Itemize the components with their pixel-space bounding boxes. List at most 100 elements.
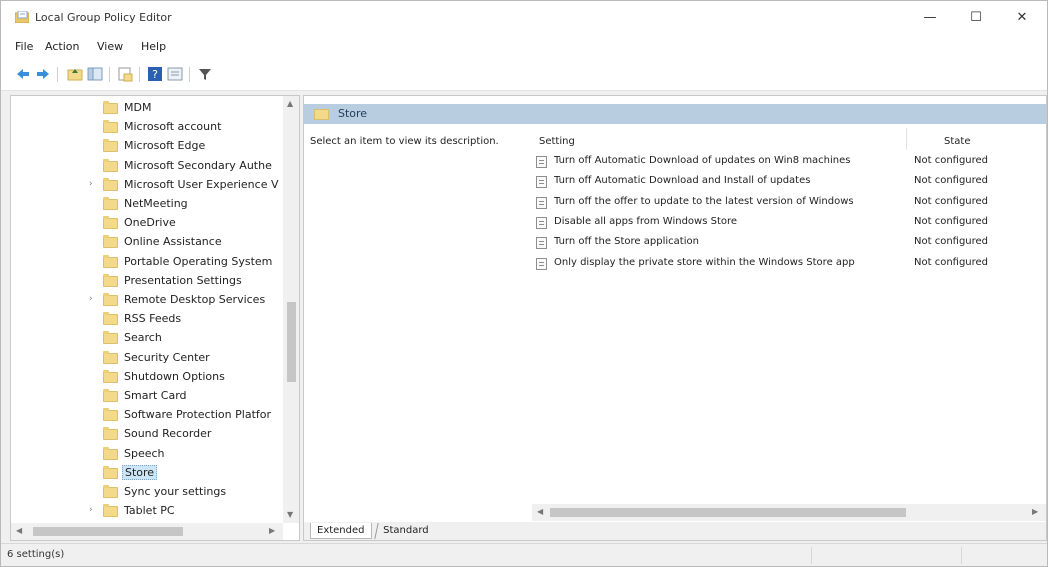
tree-scroll-thumb[interactable] xyxy=(287,302,296,382)
show-hide-tree-icon[interactable] xyxy=(87,66,103,82)
menu-bar: File Action View Help xyxy=(1,35,1047,57)
tree-vertical-scrollbar[interactable]: ▲ ▼ xyxy=(283,96,299,523)
scroll-left-icon[interactable]: ◀ xyxy=(16,526,22,535)
expand-chevron-icon[interactable]: › xyxy=(89,294,93,304)
setting-row[interactable]: Turn off Automatic Download and Install … xyxy=(536,172,1046,192)
category-header: Store xyxy=(304,104,1046,124)
expand-chevron-icon[interactable]: › xyxy=(89,505,93,515)
export-list-icon[interactable] xyxy=(117,66,133,82)
tree-item-label: OneDrive xyxy=(124,216,176,230)
app-window: Local Group Policy Editor — ☐ ✕ File Act… xyxy=(0,0,1048,567)
scroll-left-icon[interactable]: ◀ xyxy=(537,507,543,516)
setting-state: Not configured xyxy=(914,215,989,227)
tab-standard[interactable]: Standard xyxy=(374,523,437,539)
tree-item[interactable]: Portable Operating System xyxy=(11,253,283,272)
policy-setting-icon xyxy=(536,156,547,168)
settings-horizontal-scrollbar[interactable]: ◀ ▶ xyxy=(532,504,1046,521)
help-icon[interactable]: ? xyxy=(147,66,163,82)
folder-icon xyxy=(103,273,118,287)
menu-help[interactable]: Help xyxy=(141,40,166,53)
tree-item[interactable]: Sound Recorder xyxy=(11,425,283,444)
folder-icon xyxy=(103,235,118,249)
folder-icon xyxy=(103,369,118,383)
tree-item-label: Security Center xyxy=(124,350,210,364)
tree-item-label: Sync your settings xyxy=(124,485,227,498)
policy-setting-icon xyxy=(536,216,547,229)
tab-standard-label: Standard xyxy=(383,525,429,536)
scroll-right-icon[interactable]: ▶ xyxy=(269,526,275,535)
menu-file[interactable]: File xyxy=(15,40,33,53)
up-folder-icon[interactable] xyxy=(67,66,83,82)
setting-row[interactable]: Turn off the Store application Not config… xyxy=(536,233,1046,253)
tree-item[interactable]: Sync your settings xyxy=(11,483,283,502)
tree-item[interactable]: RSS Feeds xyxy=(11,310,283,329)
tab-extended[interactable]: Extended xyxy=(310,523,372,539)
tree-item[interactable]: Microsoft Secondary Authe xyxy=(11,157,283,176)
tree-item[interactable]: OneDrive xyxy=(11,214,283,233)
setting-row[interactable]: Only display the private store within th… xyxy=(536,254,1046,274)
folder-icon xyxy=(314,109,329,120)
toolbar-separator xyxy=(57,67,58,82)
setting-name: Turn off the offer to update to the late… xyxy=(554,195,854,207)
folder-icon xyxy=(103,504,118,518)
tree-item[interactable]: Security Center xyxy=(11,349,283,368)
tree-item-label: Remote Desktop Services xyxy=(124,293,266,306)
tree-item-label: Presentation Settings xyxy=(124,273,242,287)
forward-arrow-icon[interactable] xyxy=(35,66,51,82)
tree-item[interactable]: Smart Card xyxy=(11,387,283,406)
title-bar: Local Group Policy Editor — ☐ ✕ xyxy=(1,1,1047,35)
tree-item-label: Microsoft Secondary Authe xyxy=(124,158,272,172)
tree-item[interactable]: Shutdown Options xyxy=(11,368,283,387)
expand-chevron-icon[interactable]: › xyxy=(89,179,93,189)
column-header-state[interactable]: State xyxy=(944,136,970,147)
tree-item[interactable]: Store xyxy=(11,464,283,483)
properties-icon[interactable] xyxy=(167,66,183,82)
menu-view[interactable]: View xyxy=(97,40,123,53)
scroll-down-icon[interactable]: ▼ xyxy=(287,510,293,519)
setting-row[interactable]: Turn off Automatic Download of updates o… xyxy=(536,152,1046,172)
tree-item[interactable]: Microsoft Edge xyxy=(11,137,283,156)
policy-editor-app-icon xyxy=(15,11,29,23)
back-arrow-icon[interactable] xyxy=(15,66,31,82)
column-header-setting[interactable]: Setting xyxy=(539,136,575,147)
folder-icon xyxy=(103,312,118,326)
scroll-up-icon[interactable]: ▲ xyxy=(287,99,293,108)
menu-action[interactable]: Action xyxy=(45,40,79,53)
minimize-button[interactable]: — xyxy=(907,1,953,33)
folder-icon xyxy=(103,427,118,441)
maximize-button[interactable]: ☐ xyxy=(953,1,999,33)
maximize-icon: ☐ xyxy=(970,9,982,25)
tree-item[interactable]: Software Protection Platfor xyxy=(11,406,283,425)
tree-item-label: MDM xyxy=(124,101,152,114)
tree-horizontal-scrollbar[interactable]: ◀ ▶ xyxy=(11,523,283,540)
tree-item[interactable]: Online Assistance xyxy=(11,233,283,252)
policy-setting-icon xyxy=(536,196,547,209)
tree-item[interactable]: NetMeeting xyxy=(11,195,283,214)
scroll-right-icon[interactable]: ▶ xyxy=(1032,507,1038,516)
tree-item[interactable]: › Tablet PC xyxy=(11,502,283,521)
folder-icon xyxy=(103,408,118,422)
tree-item[interactable]: Microsoft account xyxy=(11,118,283,137)
tree-item[interactable]: › Microsoft User Experience V xyxy=(11,176,283,195)
folder-icon xyxy=(103,158,118,172)
tree-hscroll-thumb[interactable] xyxy=(33,527,183,536)
folder-icon xyxy=(103,216,118,230)
tree-item[interactable]: Presentation Settings xyxy=(11,272,283,291)
setting-row[interactable]: Disable all apps from Windows Store Not c… xyxy=(536,213,1046,233)
policy-setting-icon xyxy=(536,257,547,270)
tree-item-label: Microsoft Edge xyxy=(124,139,206,153)
close-button[interactable]: ✕ xyxy=(999,1,1045,33)
filter-icon[interactable] xyxy=(197,66,213,82)
settings-hscroll-thumb[interactable] xyxy=(550,508,906,517)
tree-item-label: Speech xyxy=(124,446,165,460)
tree-item-label: Microsoft User Experience V xyxy=(124,177,279,191)
tree-item[interactable]: › Remote Desktop Services xyxy=(11,291,283,310)
policy-tree-pane: MDM Microsoft account Microsoft Edge Micros… xyxy=(10,95,300,541)
tree-item[interactable]: Speech xyxy=(11,445,283,464)
column-divider[interactable] xyxy=(906,128,907,150)
setting-name: Turn off the Store application xyxy=(554,236,699,248)
tree-item[interactable]: Search xyxy=(11,329,283,348)
setting-row[interactable]: Turn off the offer to update to the late… xyxy=(536,193,1046,213)
tree-item[interactable]: MDM xyxy=(11,99,283,118)
status-setting-count: 6 setting(s) xyxy=(7,549,65,560)
